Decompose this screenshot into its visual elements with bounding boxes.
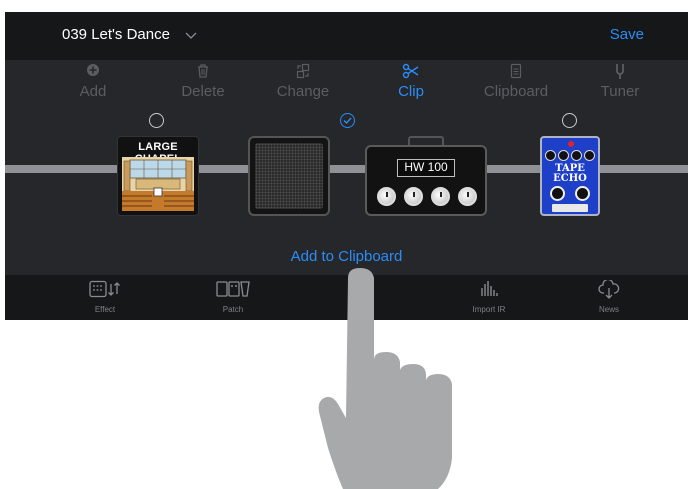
pedal-meter — [552, 204, 588, 212]
add-to-clipboard-button[interactable]: Add to Clipboard — [5, 248, 688, 265]
patch-icon — [173, 280, 293, 302]
tab-effect-label: Effect — [94, 305, 116, 314]
add-button[interactable]: Add — [48, 63, 138, 100]
tab-patch[interactable]: Patch — [173, 280, 293, 314]
amp-knob — [431, 187, 450, 206]
pedal-led — [568, 141, 574, 147]
clip-button[interactable]: Clip — [366, 63, 456, 100]
clip-label: Clip — [398, 83, 424, 100]
delete-label: Delete — [181, 83, 225, 100]
tuner-button[interactable]: Tuner — [575, 63, 665, 100]
pedal-knob — [558, 150, 569, 161]
change-label: Change — [276, 83, 330, 100]
speaker-cabinet-block[interactable] — [248, 136, 330, 216]
pedal-knobs — [545, 150, 597, 162]
pedal-knob — [545, 150, 556, 161]
pedal-reel-knob — [575, 186, 590, 201]
amp-body: HW 100 — [365, 145, 487, 216]
top-bar: 039 Let's Dance Save — [5, 12, 688, 60]
clipboard-button[interactable]: Clipboard — [471, 63, 561, 100]
amp-knobs — [377, 187, 477, 207]
pointing-hand-illustration — [318, 268, 452, 489]
trash-icon — [158, 63, 248, 81]
amp-knob — [377, 187, 396, 206]
cloud-download-icon — [549, 280, 669, 302]
delete-button[interactable]: Delete — [158, 63, 248, 100]
tab-patch-label: Patch — [222, 305, 244, 314]
clipboard-icon — [471, 63, 561, 81]
amp-block[interactable]: HW 100 — [365, 136, 487, 216]
scissors-icon — [366, 63, 456, 81]
tab-news[interactable]: News — [549, 280, 669, 314]
amp-knob — [458, 187, 477, 206]
chevron-down-icon[interactable] — [184, 28, 198, 40]
effect-icon — [45, 280, 165, 302]
tuner-label: Tuner — [600, 83, 640, 100]
pedal-title: TAPE ECHO — [542, 164, 598, 184]
save-button[interactable]: Save — [610, 26, 644, 43]
pedal-title-line2: ECHO — [553, 173, 587, 184]
patch-title[interactable]: 039 Let's Dance — [62, 26, 170, 43]
amp-knob — [404, 187, 423, 206]
large-chapel-reverb-block[interactable]: LARGE CHAPEL — [117, 136, 199, 216]
pedal-knob — [584, 150, 595, 161]
tab-news-label: News — [598, 305, 619, 314]
amp-select-radio[interactable] — [562, 113, 577, 128]
plus-circle-icon — [48, 63, 138, 81]
reverb-select-radio[interactable] — [149, 113, 164, 128]
amp-name-plate: HW 100 — [397, 159, 455, 177]
speaker-grill — [255, 143, 323, 209]
tab-effect[interactable]: Effect — [45, 280, 165, 314]
pedal-knob — [571, 150, 582, 161]
pedal-reel-knob — [550, 186, 565, 201]
clipboard-label: Clipboard — [483, 83, 549, 100]
add-label: Add — [79, 83, 107, 100]
checkmark-icon — [343, 117, 352, 124]
toolbar: Add Delete Change Clip Clipboard Tuner — [5, 60, 688, 106]
swap-icon — [258, 63, 348, 81]
tape-echo-pedal-block[interactable]: TAPE ECHO — [540, 136, 600, 216]
cab-select-radio[interactable] — [340, 113, 355, 128]
change-button[interactable]: Change — [258, 63, 348, 100]
tuning-fork-icon — [575, 63, 665, 81]
chapel-illustration — [122, 157, 194, 211]
